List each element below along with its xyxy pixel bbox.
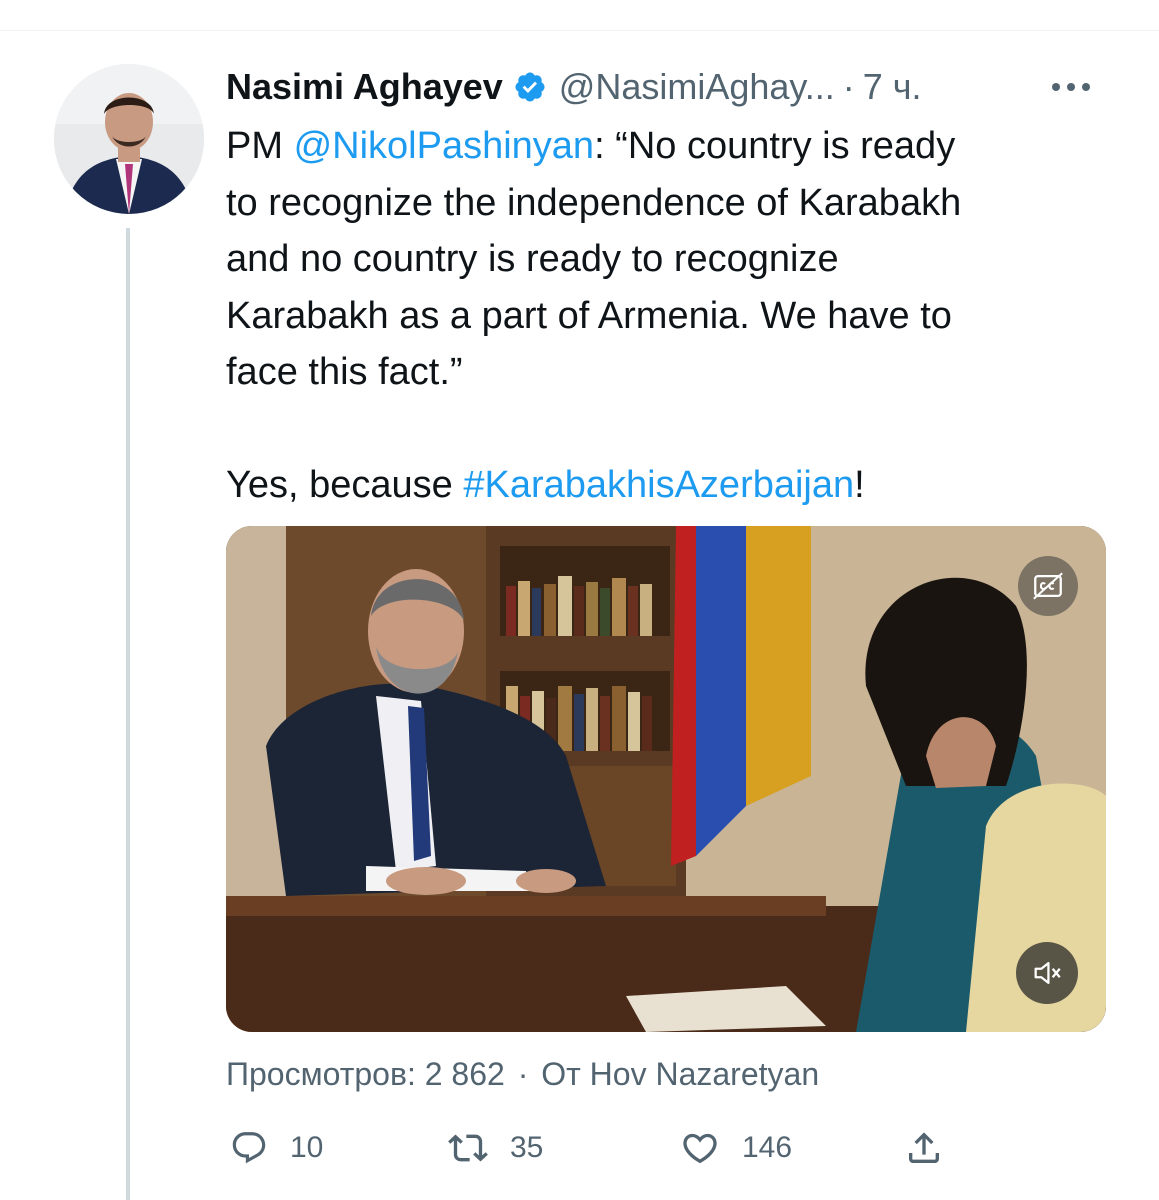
more-options-icon[interactable] — [1046, 72, 1096, 102]
reply-count: 10 — [290, 1131, 324, 1164]
mute-button[interactable] — [1016, 942, 1078, 1004]
share-button[interactable] — [904, 1118, 944, 1178]
retweet-icon — [448, 1134, 488, 1162]
tweet-line-2: to recognize the independence of Karabak… — [226, 181, 962, 224]
tweet-header: Nasimi Aghayev @NasimiAghay... · 7 ч. — [226, 62, 1116, 112]
reply-button[interactable]: 10 — [230, 1118, 323, 1178]
tweet-line-1-text: : “No country is ready — [594, 125, 956, 167]
retweet-button[interactable]: 35 — [448, 1118, 543, 1178]
video-meta: Просмотров: 2 862 · От Hov Nazaretyan — [226, 1056, 819, 1093]
tweet-text: PM @NikolPashinyan: “No country is ready… — [226, 118, 1126, 514]
timestamp[interactable]: 7 ч. — [863, 66, 922, 108]
tweet-actions: 10 35 146 — [226, 1118, 986, 1178]
avatar[interactable] — [54, 64, 204, 214]
tweet-line-3: and no country is ready to recognize — [226, 238, 839, 280]
reply-icon — [232, 1132, 266, 1164]
like-button[interactable]: 146 — [680, 1118, 792, 1178]
share-icon — [909, 1132, 939, 1163]
user-handle[interactable]: @NasimiAghay... — [559, 66, 835, 108]
mention-link[interactable]: @NikolPashinyan — [294, 125, 595, 167]
tweet-line-4: Karabakh as a part of Armenia. We have t… — [226, 294, 952, 337]
meta-separator: · — [517, 1056, 529, 1092]
tweet-line-5: face this fact.” — [226, 351, 463, 393]
display-name[interactable]: Nasimi Aghayev — [226, 66, 503, 108]
video-source-link[interactable]: От Hov Nazaretyan — [541, 1056, 819, 1092]
volume-muted-icon — [1034, 961, 1061, 985]
tweet-line-1: PM @NikolPashinyan: “No country is ready — [226, 118, 1126, 175]
view-count: Просмотров: 2 862 — [226, 1056, 505, 1092]
tweet-line-6-suffix: ! — [854, 464, 865, 506]
top-divider — [0, 30, 1159, 31]
heart-icon — [683, 1133, 717, 1164]
closed-captions-button[interactable] — [1018, 556, 1078, 616]
hashtag-link[interactable]: #KarabakhisAzerbaijan — [463, 464, 854, 506]
video-player[interactable] — [226, 526, 1106, 1032]
closed-captions-icon — [1033, 572, 1063, 600]
tweet-prefix: PM — [226, 125, 294, 167]
video-frame — [226, 526, 1106, 1032]
retweet-count: 35 — [510, 1131, 544, 1164]
verified-badge-icon — [515, 72, 545, 102]
tweet-line-6: Yes, because #KarabakhisAzerbaijan! — [226, 457, 1126, 514]
avatar-image — [54, 64, 204, 214]
header-separator: · — [842, 66, 855, 107]
thread-line — [126, 228, 130, 1200]
tweet-line-6-text: Yes, because — [226, 464, 464, 506]
like-count: 146 — [742, 1131, 793, 1164]
